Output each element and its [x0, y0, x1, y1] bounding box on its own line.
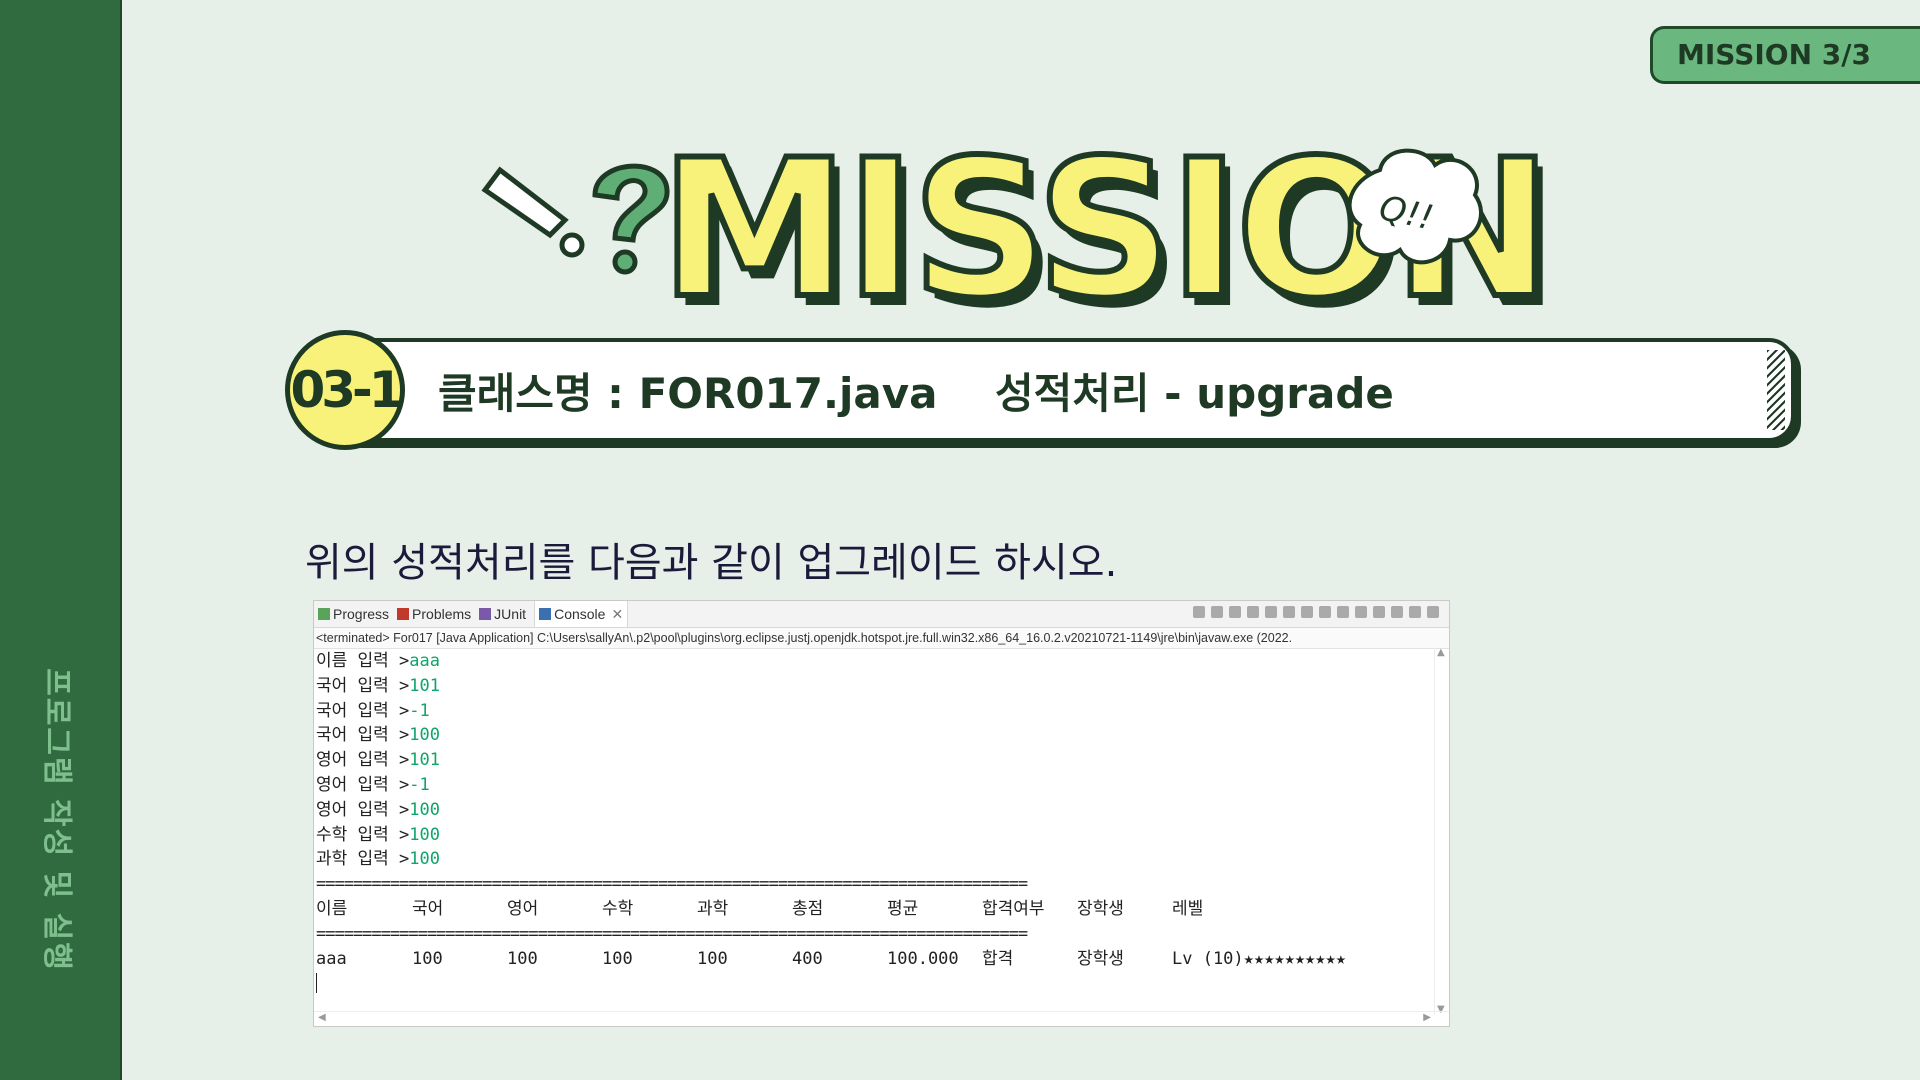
sidebar-title: 프로그램 작성 및 실행: [39, 668, 74, 972]
tab-label: Console: [554, 606, 606, 622]
pin-console-icon[interactable]: [1337, 606, 1349, 618]
show-on-error-icon[interactable]: [1319, 606, 1331, 618]
show-on-output-icon[interactable]: [1301, 606, 1313, 618]
console-toolbar: [1193, 606, 1439, 618]
console-line: 영어 입력 >101: [316, 750, 440, 771]
junit-icon: [479, 608, 492, 620]
console-tab-bar: Progress Problems JUnit Console ✕: [314, 601, 1449, 628]
separator-line: ========================================…: [316, 923, 1028, 944]
chevron-left-icon[interactable]: ◀: [318, 1012, 326, 1023]
table-row: aaa 100 100 100 100 400 100.000 합격 장학생 Lv (10)★★★…: [316, 948, 1346, 969]
console-line: 국어 입력 >-1: [316, 700, 430, 721]
open-console-icon[interactable]: [1373, 606, 1385, 618]
speech-bubble-icon: Q!!: [1347, 148, 1483, 265]
table-header: 이름 국어 영어 수학 과학 총점 평균 합격여부 장학생 레벨: [316, 898, 1204, 919]
tab-label: JUnit: [494, 606, 527, 622]
progress-icon: [318, 608, 330, 620]
tab-problems[interactable]: Problems: [397, 606, 471, 622]
close-icon[interactable]: ✕: [611, 606, 623, 623]
hatch-decoration: [1767, 350, 1785, 430]
sidebar: 프로그램 작성 및 실행: [0, 0, 122, 1080]
console-line: 과학 입력 >100: [316, 849, 440, 870]
launch-path: <terminated> For017 [Java Application] C…: [314, 628, 1449, 649]
clear-console-icon[interactable]: [1247, 606, 1259, 618]
display-console-icon[interactable]: [1355, 606, 1367, 618]
mission-header: MISSION Q!!: [480, 127, 1555, 333]
terminate-icon[interactable]: [1193, 606, 1205, 618]
word-wrap-icon[interactable]: [1283, 606, 1295, 618]
console-icon: [539, 608, 552, 620]
console-line: 영어 입력 >100: [316, 799, 440, 820]
remove-launch-icon[interactable]: [1211, 606, 1223, 618]
input-cursor-line[interactable]: [316, 971, 1449, 996]
task-class-name: 클래스명 : FOR017.java: [438, 369, 938, 418]
console-line: 수학 입력 >100: [316, 824, 440, 845]
chevron-up-icon[interactable]: ▲: [1437, 647, 1445, 658]
mission-progress-badge: MISSION 3/3: [1650, 26, 1920, 84]
console-output[interactable]: 이름 입력 >aaa 국어 입력 >101 국어 입력 >-1 국어 입력 >1…: [314, 649, 1449, 996]
problems-icon: [397, 608, 410, 620]
chevron-right-icon[interactable]: ▶: [1423, 1012, 1431, 1023]
text-cursor: [316, 973, 317, 994]
tab-progress[interactable]: Progress: [318, 606, 389, 622]
console-line: 이름 입력 >aaa: [316, 651, 440, 671]
remove-all-icon[interactable]: [1229, 606, 1241, 618]
instruction-text: 위의 성적처리를 다음과 같이 업그레이드 하시오.: [305, 540, 1118, 586]
tab-label: Problems: [412, 606, 472, 622]
exclamation-icon: [481, 166, 585, 258]
tab-console[interactable]: Console ✕: [534, 601, 629, 627]
horizontal-scrollbar[interactable]: ◀ ▶: [314, 1011, 1449, 1026]
vertical-scrollbar[interactable]: ▲ ▼: [1434, 647, 1449, 1015]
copy-icon[interactable]: [1391, 606, 1403, 618]
tab-junit[interactable]: JUnit: [479, 606, 526, 622]
scroll-lock-icon[interactable]: [1265, 606, 1277, 618]
eclipse-console-panel: Progress Problems JUnit Console ✕ <termi…: [313, 600, 1450, 1027]
console-line: 국어 입력 >100: [316, 725, 440, 746]
console-line: 국어 입력 >101: [316, 675, 440, 696]
console-line: 영어 입력 >-1: [316, 774, 430, 795]
minimize-icon[interactable]: [1427, 606, 1439, 618]
separator-line: ========================================…: [316, 874, 1028, 895]
task-topic: 성적처리 - upgrade: [995, 369, 1394, 418]
settings-icon[interactable]: [1409, 606, 1421, 618]
task-number-badge: 03-1: [285, 330, 405, 450]
tab-label: Progress: [333, 606, 390, 622]
